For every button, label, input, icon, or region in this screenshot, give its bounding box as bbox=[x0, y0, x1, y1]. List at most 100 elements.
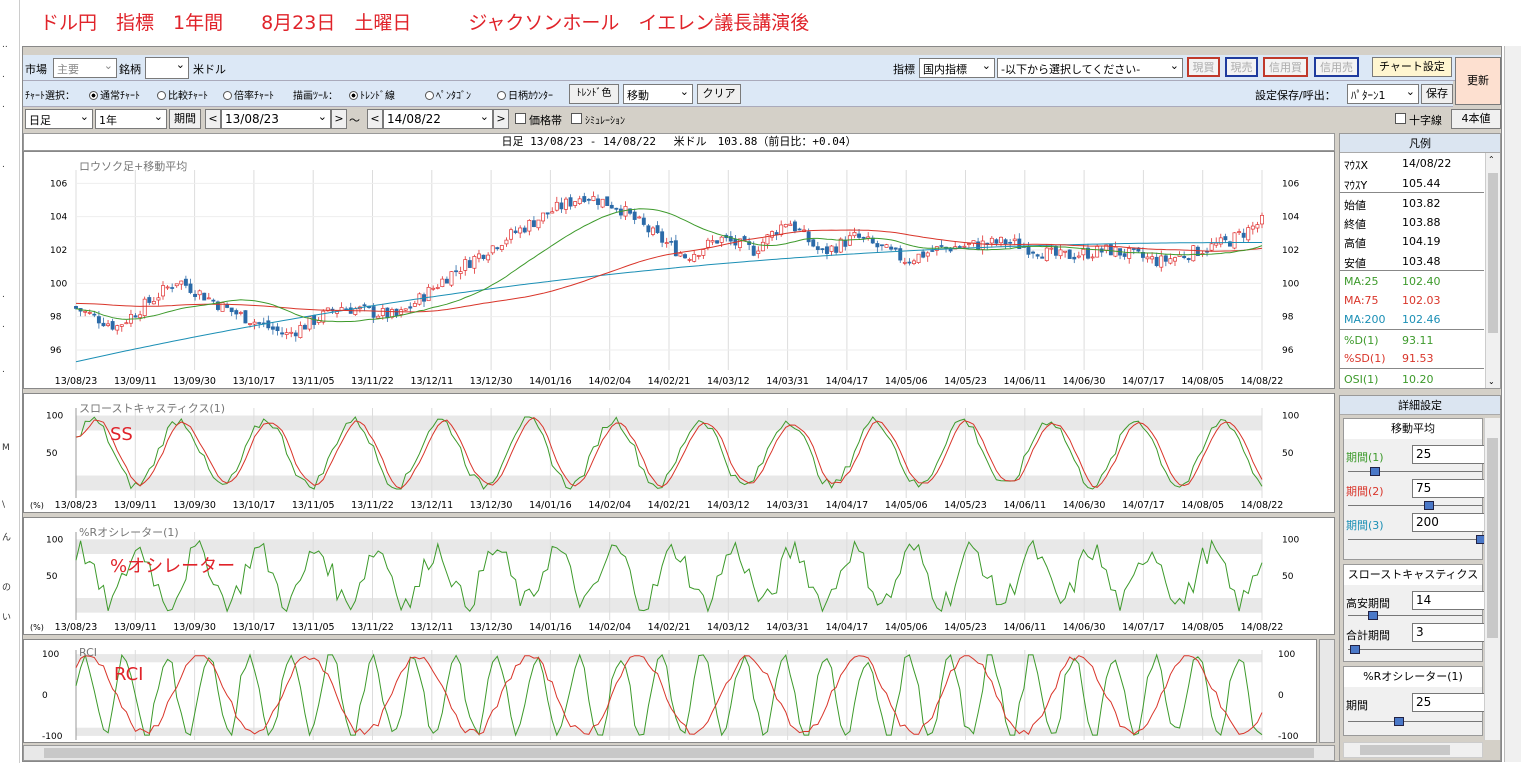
candle-body bbox=[380, 308, 385, 316]
legend-key: 安値 bbox=[1344, 256, 1366, 270]
ss-highlow-input[interactable]: 14 bbox=[1412, 591, 1492, 610]
candle-body bbox=[815, 246, 820, 250]
four-values-button[interactable]: 4本値 bbox=[1451, 109, 1501, 129]
date-to-prev-button[interactable]: < bbox=[367, 109, 383, 129]
candle-body bbox=[174, 283, 179, 287]
candle-body bbox=[408, 306, 413, 309]
detail-horizontal-scrollbar[interactable] bbox=[1343, 742, 1483, 758]
market-select[interactable]: 主要 bbox=[53, 58, 117, 78]
date-from-input[interactable]: 13/08/23 bbox=[221, 109, 331, 129]
indicator-list-select[interactable]: -以下から選択してください- bbox=[997, 58, 1183, 78]
trend-color-button[interactable]: ﾄﾚﾝﾄﾞ色 bbox=[569, 84, 619, 104]
radio-pentagon[interactable]: ﾍﾟﾝﾀｺﾞﾝ bbox=[425, 87, 471, 102]
ma-period1-slider[interactable] bbox=[1348, 467, 1482, 476]
candle-body bbox=[74, 306, 78, 309]
clear-button[interactable]: クリア bbox=[697, 84, 741, 104]
candle-body bbox=[806, 231, 811, 243]
candle-body bbox=[101, 322, 106, 327]
chevron-down-icon[interactable]: ⌄ bbox=[1488, 377, 1495, 386]
page-title: ドル円 指標 1年間 8月23日 土曜日 ジャクソンホール イエレン議長講演後 bbox=[40, 12, 810, 34]
x-tick-label: 14/01/16 bbox=[529, 622, 572, 633]
genbuy-button[interactable]: 現買 bbox=[1187, 57, 1220, 77]
chart-settings-button[interactable]: チャート設定 bbox=[1372, 57, 1452, 77]
period-button[interactable]: 期間 bbox=[169, 109, 201, 129]
symbol-input[interactable] bbox=[145, 57, 189, 79]
scrollbar-thumb[interactable] bbox=[1360, 745, 1450, 755]
candle-body bbox=[467, 260, 472, 268]
save-button[interactable]: 保存 bbox=[1421, 84, 1453, 104]
candle-body bbox=[504, 239, 509, 245]
date-to-next-button[interactable]: > bbox=[493, 109, 509, 129]
percent-unit-label: (%) bbox=[30, 623, 44, 632]
x-tick-label: 14/08/22 bbox=[1241, 622, 1284, 633]
scrollbar-thumb[interactable] bbox=[1487, 438, 1498, 638]
crosshair-checkbox[interactable] bbox=[1395, 113, 1406, 124]
x-tick-label: 14/03/12 bbox=[707, 622, 750, 633]
rci-vertical-scrollbar[interactable] bbox=[1319, 639, 1335, 743]
radio-trend-line[interactable]: ﾄﾚﾝﾄﾞ線 bbox=[349, 87, 395, 102]
candle-body bbox=[527, 220, 532, 232]
radio-ratio-chart[interactable]: 倍率ﾁｬｰﾄ bbox=[223, 87, 274, 102]
pattern-select[interactable]: ﾊﾟﾀｰﾝ1 bbox=[1347, 84, 1419, 104]
scrollbar-thumb[interactable] bbox=[44, 748, 1314, 758]
move-select[interactable]: 移動 bbox=[623, 84, 693, 104]
candle-body bbox=[509, 229, 513, 240]
ma-period3-input[interactable]: 200 bbox=[1412, 513, 1492, 532]
ma-settings-header: 移動平均 bbox=[1344, 419, 1482, 439]
margin-sell-button[interactable]: 信用売 bbox=[1314, 57, 1359, 77]
radio-normal-chart[interactable]: 通常ﾁｬｰﾄ bbox=[89, 87, 140, 102]
candle-body bbox=[284, 332, 289, 335]
chart-horizontal-scrollbar[interactable] bbox=[23, 745, 1335, 761]
margin-buy-button[interactable]: 信用買 bbox=[1263, 57, 1308, 77]
ma-period1-input[interactable]: 25 bbox=[1412, 445, 1492, 464]
ma-period2-slider[interactable] bbox=[1348, 501, 1482, 510]
p-candle-plot[interactable]: 106 106 104 104 102 102 100 100 98 98 96 96 13/08/23… bbox=[24, 152, 1336, 390]
r-period-input[interactable]: 25 bbox=[1412, 693, 1492, 712]
ma-period3-slider[interactable] bbox=[1348, 535, 1486, 544]
indicator-select[interactable]: 国内指標 bbox=[919, 58, 995, 78]
period-type-select[interactable]: 日足 bbox=[25, 109, 93, 129]
r-period-slider[interactable] bbox=[1348, 717, 1482, 726]
ss-highlow-slider[interactable] bbox=[1348, 611, 1482, 620]
scrollbar-thumb[interactable] bbox=[1488, 173, 1498, 333]
left-strip-text: . bbox=[2, 290, 5, 300]
ss-total-slider[interactable] bbox=[1348, 645, 1482, 654]
candle-body bbox=[197, 290, 202, 296]
gensell-button[interactable]: 現売 bbox=[1225, 57, 1258, 77]
date-from-prev-button[interactable]: < bbox=[205, 109, 221, 129]
detail-scrollbar[interactable] bbox=[1484, 418, 1500, 740]
y-tick-label-right: -100 bbox=[1278, 732, 1299, 742]
radio-compare-chart[interactable]: 比較ﾁｬｰﾄ bbox=[157, 87, 208, 102]
y-tick-label: 104 bbox=[50, 213, 67, 223]
candle-body bbox=[147, 297, 152, 303]
candle-body bbox=[586, 199, 591, 201]
price-band-checkbox[interactable] bbox=[515, 113, 526, 124]
radio-day-counter[interactable]: 日柄ｶｳﾝﾀｰ bbox=[497, 87, 553, 102]
date-from-next-button[interactable]: > bbox=[331, 109, 347, 129]
candle-body bbox=[550, 211, 555, 214]
date-to-input[interactable]: 14/08/22 bbox=[383, 109, 493, 129]
outer-vertical-scrollbar[interactable] bbox=[1504, 46, 1521, 762]
r-period-label: 期間 bbox=[1346, 699, 1368, 712]
left-strip-text: . bbox=[2, 70, 5, 80]
candle-body bbox=[641, 217, 646, 225]
legend-value: 103.48 bbox=[1402, 254, 1441, 268]
ss-total-input[interactable]: 3 bbox=[1412, 623, 1492, 642]
legend-row: ﾏｳｽX 14/08/22 bbox=[1340, 153, 1484, 173]
x-tick-label: 14/05/23 bbox=[944, 376, 987, 387]
legend-row: 終値 103.88 bbox=[1340, 212, 1484, 232]
candle-body bbox=[1255, 224, 1260, 229]
ma-period2-input[interactable]: 75 bbox=[1412, 479, 1492, 498]
candle-panel: 106 106 104 104 102 102 100 100 98 98 96 96 13/08/23… bbox=[23, 151, 1335, 389]
chevron-left-icon: < bbox=[208, 112, 218, 125]
chevron-up-icon[interactable]: ⌃ bbox=[1488, 155, 1495, 164]
candle-body bbox=[202, 292, 207, 301]
simulation-checkbox[interactable] bbox=[571, 113, 582, 124]
p-rci-plot[interactable]: 100 100 0 0 -100 -100 bbox=[24, 640, 1318, 744]
x-tick-label: 13/11/05 bbox=[292, 376, 335, 387]
legend-scrollbar[interactable]: ⌃ ⌄ bbox=[1485, 153, 1500, 388]
period-length-select[interactable]: 1年 bbox=[95, 109, 167, 129]
refresh-button[interactable]: 更新 bbox=[1455, 57, 1501, 105]
candle-body bbox=[92, 313, 97, 316]
candle-body bbox=[376, 315, 381, 319]
